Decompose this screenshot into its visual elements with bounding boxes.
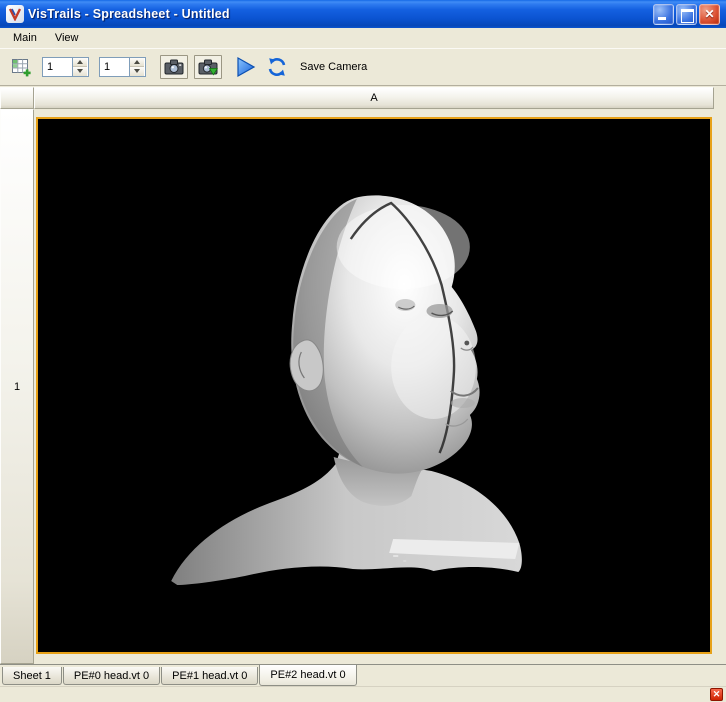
- tab-label: PE#1 head.vt 0: [172, 670, 247, 682]
- column-count-input[interactable]: [100, 58, 129, 76]
- tab-pe0-head[interactable]: PE#0 head.vt 0: [63, 667, 160, 685]
- toolbar: Save Camera: [0, 48, 726, 86]
- maximize-button[interactable]: [676, 4, 697, 25]
- head-render: [38, 119, 710, 652]
- save-camera-button[interactable]: Save Camera: [266, 56, 367, 78]
- arrow-up-icon: [134, 60, 140, 64]
- sheet-cell-area: [34, 109, 714, 664]
- vistrails-app-icon[interactable]: [6, 5, 24, 23]
- tab-pe2-head[interactable]: PE#2 head.vt 0: [259, 665, 356, 686]
- menu-bar: Main View: [0, 28, 726, 48]
- row-header-1[interactable]: 1: [0, 109, 34, 664]
- menu-item-view[interactable]: View: [46, 30, 88, 46]
- save-camera-label: Save Camera: [300, 61, 367, 73]
- camera-icon: [164, 58, 184, 76]
- sheet-grid-plus-icon: [11, 57, 31, 77]
- header-corner[interactable]: [0, 87, 34, 109]
- arrow-down-icon: [77, 69, 83, 73]
- camera-button[interactable]: [160, 55, 188, 79]
- status-bar: ✕: [0, 686, 726, 702]
- window-controls: ✕: [653, 4, 722, 25]
- sheet-size-button[interactable]: [8, 54, 34, 80]
- tab-label: PE#2 head.vt 0: [270, 669, 345, 681]
- title-bar[interactable]: VisTrails - Spreadsheet - Untitled ✕: [0, 0, 726, 28]
- arrow-down-icon: [134, 69, 140, 73]
- close-icon: ✕: [700, 5, 719, 24]
- tab-sheet-1[interactable]: Sheet 1: [2, 667, 62, 685]
- tab-pe1-head[interactable]: PE#1 head.vt 0: [161, 667, 258, 685]
- status-close-button[interactable]: ✕: [710, 688, 723, 701]
- window-title: VisTrails - Spreadsheet - Untitled: [28, 7, 230, 21]
- camera-export-button[interactable]: [194, 55, 222, 79]
- tab-label: PE#0 head.vt 0: [74, 670, 149, 682]
- column-count-up-button[interactable]: [130, 58, 144, 68]
- menu-item-main[interactable]: Main: [4, 30, 46, 46]
- play-icon: [233, 55, 257, 79]
- spreadsheet-cell-a1[interactable]: [36, 117, 712, 654]
- execute-button[interactable]: [232, 54, 258, 80]
- row-count-up-button[interactable]: [73, 58, 87, 68]
- refresh-arrows-icon: [266, 56, 288, 78]
- row-count-spin-buttons: [72, 58, 87, 76]
- vistrails-spreadsheet-window: VisTrails - Spreadsheet - Untitled ✕ Mai…: [0, 0, 726, 702]
- camera-save-icon: [198, 58, 218, 76]
- row-count-input[interactable]: [43, 58, 72, 76]
- vistrails-logo-icon: [8, 7, 22, 21]
- row-count-down-button[interactable]: [73, 67, 87, 76]
- column-count-spin-buttons: [129, 58, 144, 76]
- column-count-spinbox[interactable]: [99, 57, 146, 77]
- row-count-spinbox[interactable]: [42, 57, 89, 77]
- column-count-down-button[interactable]: [130, 67, 144, 76]
- minimize-button[interactable]: [653, 4, 674, 25]
- arrow-up-icon: [77, 60, 83, 64]
- close-button[interactable]: ✕: [699, 4, 720, 25]
- close-icon: ✕: [713, 689, 721, 700]
- sheet-tab-bar: Sheet 1 PE#0 head.vt 0 PE#1 head.vt 0 PE…: [0, 664, 726, 686]
- column-header-a[interactable]: A: [34, 87, 714, 109]
- tab-label: Sheet 1: [13, 670, 51, 682]
